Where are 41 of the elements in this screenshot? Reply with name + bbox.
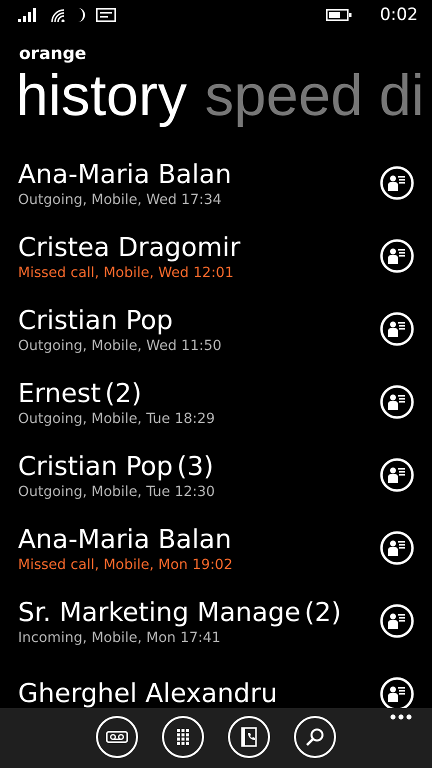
call-details: Outgoing, Mobile, Tue 18:29 [18,410,216,426]
call-details: Missed call, Mobile, Mon 19:02 [18,556,234,572]
more-icon[interactable] [390,714,412,720]
contact-name[interactable]: Gherghel Alexandru [18,676,278,708]
search-button[interactable] [294,716,336,758]
call-count: (3) [176,450,214,484]
battery-icon [326,9,352,21]
contact-name[interactable]: Cristian Pop [18,304,173,338]
voicemail-icon [106,731,128,743]
contact-name[interactable]: Cristian Pop [18,450,173,484]
contact-name[interactable]: Ernest [18,376,101,410]
contact-name[interactable]: Ana-Maria Balan [18,522,232,556]
contact-name[interactable]: Sr. Marketing Manage [18,596,300,630]
voicemail-button[interactable] [96,716,138,758]
call-count: (2) [304,596,342,630]
contact-card-icon[interactable] [380,166,414,200]
contact-card-icon[interactable] [380,676,414,708]
contact-card-icon[interactable] [380,238,414,272]
contact-card-icon[interactable] [380,530,414,564]
phonebook-icon [241,727,257,747]
message-icon [96,8,116,22]
contact-name[interactable]: Ana-Maria Balan [18,158,232,192]
call-details: Outgoing, Mobile, Wed 17:34 [18,192,223,208]
call-count: (2) [104,378,142,410]
app-title: orange [19,44,86,64]
pivot-tab[interactable]: speed di [204,60,424,132]
wifi-icon [50,8,66,22]
call-details: Outgoing, Mobile, Tue 12:30 [18,484,216,500]
contact-card-icon[interactable] [380,312,414,346]
keypad-button[interactable] [162,716,204,758]
keypad-icon [177,729,189,745]
contact-name[interactable]: Cristea Dragomir [18,230,240,264]
contact-card-icon[interactable] [380,384,414,418]
call-details: Incoming, Mobile, Mon 17:41 [18,630,222,646]
phonebook-button[interactable] [228,716,270,758]
contact-card-icon[interactable] [380,604,414,638]
call-details: Missed call, Mobile, Wed 12:01 [18,264,235,280]
clock-time: 0:02 [380,5,418,25]
search-icon [305,727,325,747]
contact-card-icon[interactable] [380,458,414,492]
call-details: Outgoing, Mobile, Wed 11:50 [18,338,223,354]
